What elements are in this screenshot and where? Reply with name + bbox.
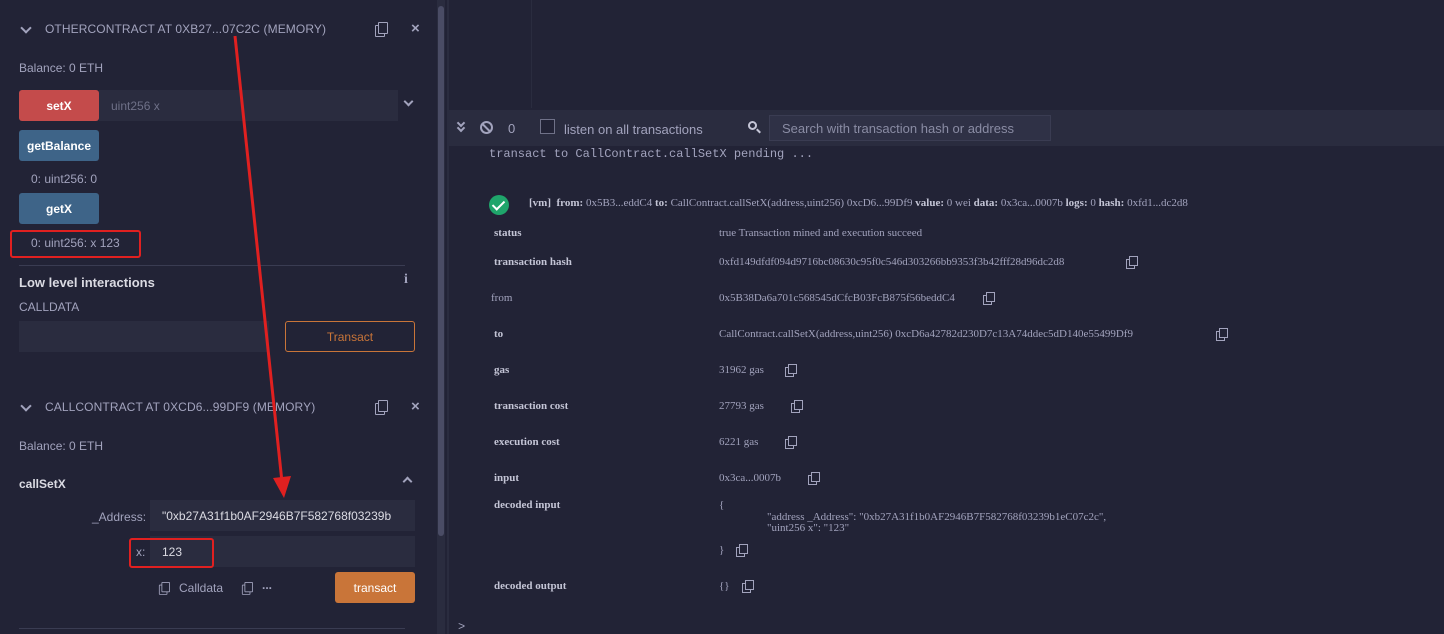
summary-data-key: data:: [973, 197, 999, 209]
pending-count: 0: [508, 121, 516, 136]
copy-icon[interactable]: [375, 22, 388, 37]
summary-logs-val: 0: [1090, 197, 1096, 209]
listen-label: listen on all transactions: [564, 122, 703, 137]
chevron-down-icon[interactable]: [20, 22, 34, 36]
low-level-transact-button[interactable]: Transact: [285, 321, 415, 352]
input-val: 0x3ca...0007b: [719, 472, 782, 484]
vm-tag: [vm]: [529, 197, 551, 209]
address-param-label: _Address:: [92, 510, 147, 524]
setx-input[interactable]: uint256 x: [99, 90, 398, 121]
summary-logs-key: logs:: [1065, 197, 1088, 209]
terminal-search-input[interactable]: Search with transaction hash or address: [769, 115, 1051, 141]
gas-val: 31962 gas: [719, 364, 764, 376]
chevron-up-icon[interactable]: [402, 475, 413, 487]
divider: [19, 265, 405, 266]
editor-area: [449, 0, 1444, 108]
copy-icon[interactable]: [1126, 256, 1138, 269]
callcontract-balance: Balance: 0 ETH: [19, 439, 104, 453]
callsetx-function-name: callSetX: [19, 477, 66, 491]
decoded-input-open: {: [719, 499, 725, 511]
low-level-title: Low level interactions: [19, 275, 155, 290]
setx-button[interactable]: setX: [19, 90, 99, 121]
listen-checkbox[interactable]: [540, 119, 555, 134]
copy-icon[interactable]: [736, 544, 748, 557]
from-key: from: [491, 292, 513, 304]
txcost-key: transaction cost: [494, 400, 569, 412]
calldata-label: CALLDATA: [19, 300, 80, 314]
to-val: CallContract.callSetX(address,uint256) 0…: [719, 328, 1133, 340]
execcost-key: execution cost: [494, 436, 560, 448]
txhash-key: transaction hash: [494, 256, 572, 268]
input-key: input: [494, 472, 520, 484]
othercontract-title: OTHERCONTRACT AT 0XB27...07C2C (MEMORY): [45, 22, 327, 36]
info-icon[interactable]: i: [404, 272, 408, 288]
getbalance-result: 0: uint256: 0: [31, 172, 98, 186]
left-scrollbar[interactable]: [437, 0, 445, 634]
decoded-input-key: decoded input: [494, 499, 561, 511]
status-key: status: [494, 227, 522, 239]
summary-value-val: 0 wei: [946, 197, 971, 209]
check-circle-icon: [489, 195, 509, 215]
remix-ide: OTHERCONTRACT AT 0XB27...07C2C (MEMORY) …: [0, 0, 1444, 634]
deploy-run-panel: OTHERCONTRACT AT 0XB27...07C2C (MEMORY) …: [0, 0, 425, 634]
from-val: 0x5B38Da6a701c568545dCfcB03FcB875f56bedd…: [719, 292, 955, 304]
othercontract-balance: Balance: 0 ETH: [19, 61, 104, 75]
annotation-highlight-box: [129, 538, 214, 568]
getbalance-button[interactable]: getBalance: [19, 130, 99, 161]
getx-button[interactable]: getX: [19, 193, 99, 224]
summary-hash-key: hash:: [1098, 197, 1125, 209]
search-icon[interactable]: [748, 121, 762, 135]
pending-line: transact to CallContract.callSetX pendin…: [489, 147, 814, 161]
txhash-val: 0xfd149dfdf094d9716bc08630c95f0c546d3032…: [719, 256, 1065, 268]
txcost-val: 27793 gas: [719, 400, 764, 412]
chevron-down-icon[interactable]: [403, 96, 414, 108]
tx-summary[interactable]: [vm] from: 0x5B3...eddC4 to: CallContrac…: [529, 197, 1188, 209]
status-val: true Transaction mined and execution suc…: [719, 227, 923, 239]
summary-from-key: from:: [556, 197, 584, 209]
double-chevron-down-icon[interactable]: [456, 118, 468, 134]
calldata-copy-label[interactable]: Calldata: [179, 581, 223, 595]
terminal-output: transact to CallContract.callSetX pendin…: [449, 146, 1444, 634]
summary-to-key: to:: [655, 197, 668, 209]
summary-data-val: 0x3ca...0007b: [1000, 197, 1063, 209]
block-icon[interactable]: [480, 121, 493, 134]
copy-icon[interactable]: [158, 582, 170, 595]
editor-content: [531, 0, 1444, 108]
chevron-down-icon[interactable]: [20, 400, 34, 414]
summary-to-val: CallContract.callSetX(address,uint256) 0…: [670, 197, 913, 209]
execcost-val: 6221 gas: [719, 436, 759, 448]
annotation-highlight-box: [10, 230, 141, 258]
close-icon[interactable]: ×: [411, 20, 420, 37]
summary-value-key: value:: [915, 197, 945, 209]
callcontract-title: CALLCONTRACT AT 0XCD6...99DF9 (MEMORY): [45, 400, 316, 414]
callcontract-header[interactable]: CALLCONTRACT AT 0XCD6...99DF9 (MEMORY) ×: [0, 387, 425, 427]
close-icon[interactable]: ×: [411, 398, 420, 415]
copy-icon[interactable]: [983, 292, 995, 305]
decoded-input-line2: "uint256 x": "123": [767, 522, 850, 534]
copy-icon[interactable]: [785, 436, 797, 449]
gas-key: gas: [494, 364, 510, 376]
divider: [19, 628, 405, 629]
copy-icon[interactable]: [241, 582, 253, 595]
copy-icon[interactable]: [1216, 328, 1228, 341]
copy-icon[interactable]: [742, 580, 754, 593]
copy-icon[interactable]: [791, 400, 803, 413]
copy-icon[interactable]: [785, 364, 797, 377]
summary-hash-val: 0xfd1...dc2d8: [1127, 197, 1188, 209]
to-key: to: [494, 328, 504, 340]
decoded-input-close: }: [719, 544, 725, 556]
calldata-input[interactable]: [19, 321, 269, 352]
scroll-thumb[interactable]: [438, 6, 444, 536]
callsetx-transact-button[interactable]: transact: [335, 572, 415, 603]
copy-icon[interactable]: [375, 400, 388, 415]
address-param-input[interactable]: "0xb27A31f1b0AF2946B7F582768f03239b: [150, 500, 415, 531]
summary-from-val: 0x5B3...eddC4: [585, 197, 653, 209]
decoded-output-key: decoded output: [494, 580, 567, 592]
othercontract-header[interactable]: OTHERCONTRACT AT 0XB27...07C2C (MEMORY) …: [0, 9, 425, 49]
terminal-prompt[interactable]: >: [458, 620, 465, 634]
more-options[interactable]: ...: [262, 578, 272, 592]
copy-icon[interactable]: [808, 472, 820, 485]
decoded-output-val: {}: [719, 580, 730, 592]
